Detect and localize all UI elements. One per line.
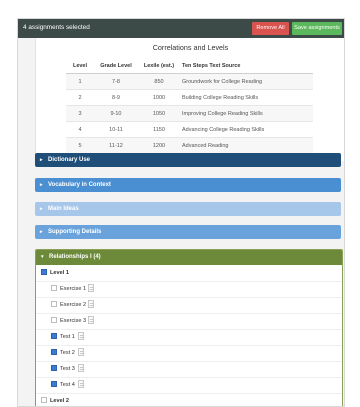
- section-supporting-details[interactable]: ▸ Supporting Details: [35, 225, 341, 239]
- section-main-ideas[interactable]: ▸ Main Ideas: [35, 202, 341, 216]
- table-cell: 1000: [138, 89, 180, 106]
- table-cell: 3: [66, 105, 94, 122]
- checkbox[interactable]: [51, 317, 57, 323]
- document-icon[interactable]: [88, 284, 94, 292]
- correlations-title: Correlations and Levels: [152, 43, 229, 52]
- table-cell: Advanced Reading: [180, 137, 313, 154]
- table-cell: 4: [66, 121, 94, 138]
- checkbox[interactable]: [41, 397, 47, 403]
- checkbox[interactable]: [51, 365, 57, 371]
- list-item[interactable]: Test 3: [36, 361, 342, 378]
- table-cell: 11-12: [94, 137, 138, 154]
- table-header-row: Level Grade Level Lexile (est.) Ten Step…: [66, 58, 313, 74]
- chevron-right-icon: ▸: [40, 182, 43, 188]
- chevron-down-icon: ▾: [41, 254, 44, 260]
- table-cell: 1200: [138, 137, 180, 154]
- col-grade-header: Grade Level: [94, 58, 138, 74]
- table-row: 4 10-11 1150 Advancing College Reading S…: [66, 121, 313, 138]
- list-item[interactable]: Test 1: [36, 329, 342, 346]
- table-row: 3 9-10 1050 Improving College Reading Sk…: [66, 105, 313, 122]
- table-cell: 5: [66, 137, 94, 154]
- document-icon[interactable]: [88, 300, 94, 308]
- item-label: Test 1: [60, 334, 75, 340]
- section-label: Relationships I (4): [49, 254, 101, 260]
- col-level-header: Level: [66, 58, 94, 74]
- table-cell: Improving College Reading Skills: [180, 105, 313, 122]
- document-icon[interactable]: [88, 316, 94, 324]
- table-cell: 10-11: [94, 121, 138, 138]
- col-lexile-header: Lexile (est.): [138, 58, 180, 74]
- document-icon[interactable]: [78, 348, 84, 356]
- document-icon[interactable]: [78, 332, 84, 340]
- table-cell: Building College Reading Skills: [180, 89, 313, 106]
- item-label: Exercise 1: [60, 286, 87, 292]
- document-icon[interactable]: [78, 380, 84, 388]
- table-cell: 1050: [138, 105, 180, 122]
- table-cell: 7-8: [94, 73, 138, 90]
- save-assignments-button[interactable]: Save assignments: [292, 22, 342, 35]
- relationships-header[interactable]: ▾ Relationships I (4): [36, 250, 342, 265]
- remove-all-button[interactable]: Remove All: [252, 22, 289, 35]
- chevron-right-icon: ▸: [40, 206, 43, 212]
- section-relationships: ▾ Relationships I (4) Level 1 Exercise 1…: [35, 249, 343, 406]
- item-label: Test 4: [60, 382, 75, 388]
- table-row: 2 8-9 1000 Building College Reading Skil…: [66, 89, 313, 106]
- list-item[interactable]: Exercise 2: [36, 297, 342, 314]
- table-cell: Advancing College Reading Skills: [180, 121, 313, 138]
- table-row: 1 7-8 850 Groundwork for College Reading: [66, 73, 313, 90]
- section-label: Main Ideas: [48, 206, 79, 212]
- table-cell: 1150: [138, 121, 180, 138]
- section-label: Vocabulary in Context: [48, 182, 111, 188]
- item-label: Test 3: [60, 366, 75, 372]
- table-row: 5 11-12 1200 Advanced Reading: [66, 137, 313, 154]
- col-source-header: Ten Steps Text Source: [180, 58, 313, 74]
- chevron-right-icon: ▸: [40, 229, 43, 235]
- checkbox[interactable]: [51, 381, 57, 387]
- list-item[interactable]: Exercise 3: [36, 313, 342, 330]
- level-label: Level 1: [50, 270, 69, 276]
- item-label: Test 2: [60, 350, 75, 356]
- table-cell: 8-9: [94, 89, 138, 106]
- table-cell: 1: [66, 73, 94, 90]
- section-label: Supporting Details: [48, 229, 102, 235]
- document-icon[interactable]: [78, 364, 84, 372]
- correlations-panel: Correlations and Levels Level Grade Leve…: [35, 38, 344, 161]
- table-cell: 850: [138, 73, 180, 90]
- list-item[interactable]: Test 4: [36, 377, 342, 394]
- level-label: Level 2: [50, 398, 69, 404]
- list-item[interactable]: Test 2: [36, 345, 342, 362]
- checkbox[interactable]: [41, 269, 47, 275]
- checkbox[interactable]: [51, 349, 57, 355]
- selection-toolbar: 4 assignments selected Remove All Save a…: [18, 19, 344, 38]
- section-label: Dictionary Use: [48, 157, 91, 163]
- section-vocabulary-in-context[interactable]: ▸ Vocabulary in Context: [35, 178, 341, 192]
- app-frame: 4 assignments selected Remove All Save a…: [17, 18, 345, 407]
- list-item[interactable]: Exercise 1: [36, 281, 342, 298]
- levels-table: Level Grade Level Lexile (est.) Ten Step…: [66, 58, 313, 154]
- checkbox[interactable]: [51, 285, 57, 291]
- table-cell: Groundwork for College Reading: [180, 73, 313, 90]
- item-label: Exercise 3: [60, 318, 87, 324]
- table-cell: 2: [66, 89, 94, 106]
- selected-count: 4 assignments selected: [23, 24, 90, 31]
- item-label: Exercise 2: [60, 302, 87, 308]
- checkbox[interactable]: [51, 301, 57, 307]
- chevron-right-icon: ▸: [40, 157, 43, 163]
- section-dictionary-use[interactable]: ▸ Dictionary Use: [35, 153, 341, 167]
- table-cell: 9-10: [94, 105, 138, 122]
- level-row[interactable]: Level 1: [36, 265, 342, 282]
- checkbox[interactable]: [51, 333, 57, 339]
